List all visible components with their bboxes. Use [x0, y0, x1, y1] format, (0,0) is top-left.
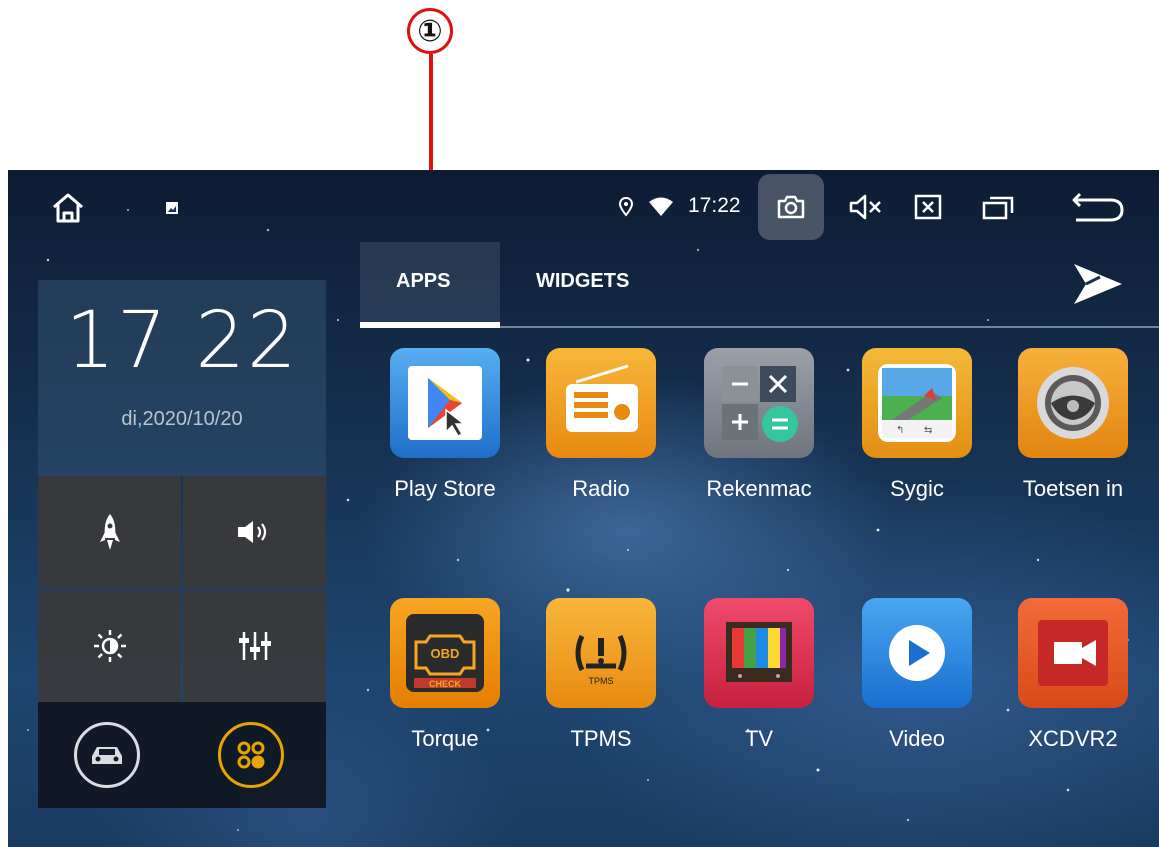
calculator-icon — [704, 348, 814, 458]
tpms-icon: TPMS — [546, 598, 656, 708]
car-icon — [92, 747, 122, 764]
svg-text:OBD: OBD — [431, 646, 460, 661]
status-bar: 17:22 — [8, 170, 1159, 244]
tab-widgets[interactable]: WIDGETS — [536, 270, 629, 293]
apps-grid-icon — [237, 741, 265, 769]
svg-text:TPMS: TPMS — [588, 676, 613, 686]
screenshot-icon[interactable] — [774, 192, 808, 222]
annotation-marker: ① — [407, 8, 453, 54]
car-button[interactable] — [74, 722, 140, 788]
steering-wheel-icon — [1018, 348, 1128, 458]
play-media-icon[interactable] — [1070, 260, 1130, 310]
clock-time: 17 22 — [65, 296, 299, 386]
close-app-icon[interactable] — [910, 190, 946, 224]
bottom-shortcut-bar — [38, 702, 326, 808]
status-time: 17:22 — [688, 194, 741, 217]
recent-apps-icon[interactable] — [978, 190, 1018, 224]
notification-icon — [160, 196, 184, 220]
app-label: XCDVR2 — [1028, 726, 1118, 751]
volume-button[interactable] — [183, 476, 326, 588]
rocket-icon — [99, 514, 120, 550]
quick-settings-grid — [38, 476, 326, 702]
video-camera-icon — [1018, 598, 1128, 708]
home-icon[interactable] — [48, 188, 88, 228]
head-unit-screen: 17:22 17 22 di,2020/10/20 APPS WIDGETS P… — [8, 170, 1159, 847]
tv-icon — [704, 598, 814, 708]
sygic-icon: ↰ ⇆ — [862, 348, 972, 458]
brightness-icon — [93, 630, 126, 662]
equalizer-icon — [238, 632, 271, 660]
app-label: Toetsen in — [1022, 476, 1124, 501]
tab-apps-indicator — [360, 322, 500, 328]
apps-button[interactable] — [218, 722, 284, 788]
svg-text:⇆: ⇆ — [924, 425, 932, 436]
mute-icon[interactable] — [846, 190, 886, 224]
play-store-icon — [390, 348, 500, 458]
location-icon — [614, 194, 638, 220]
tab-apps[interactable]: APPS — [396, 270, 450, 293]
tab-divider — [500, 326, 1159, 328]
equalizer-button[interactable] — [183, 590, 326, 702]
wifi-icon — [646, 194, 676, 220]
radio-icon — [546, 348, 656, 458]
video-icon — [862, 598, 972, 708]
clock-widget[interactable]: 17 22 di,2020/10/20 — [38, 280, 326, 476]
back-icon[interactable] — [1068, 188, 1128, 226]
svg-text:CHECK: CHECK — [429, 679, 462, 689]
svg-text:↰: ↰ — [896, 425, 904, 436]
rocket-button[interactable] — [38, 476, 181, 588]
clock-date: di,2020/10/20 — [121, 408, 243, 430]
volume-icon — [237, 521, 266, 543]
torque-icon: OBD CHECK — [390, 598, 500, 708]
brightness-button[interactable] — [38, 590, 181, 702]
